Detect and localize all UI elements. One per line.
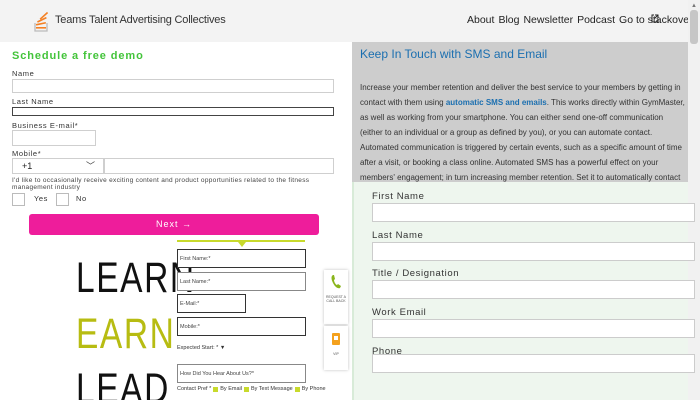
caret-down-icon (238, 242, 246, 247)
request-callback-widget[interactable]: REQUEST A CALL BACK (324, 270, 348, 324)
nav-blog-link[interactable]: Blog (498, 14, 519, 26)
small-first-name-input[interactable]: First Name:* (177, 249, 306, 268)
heard-about-select[interactable]: How Did You Hear About Us?* (177, 364, 306, 383)
contact-text-checkbox[interactable] (243, 386, 249, 392)
mobile-input[interactable] (104, 158, 334, 174)
automatic-sms-link[interactable]: automatic SMS and emails (446, 98, 547, 107)
last-name-label: Last Name (12, 97, 54, 106)
last-name-input[interactable] (12, 107, 334, 116)
work-email-input[interactable] (372, 319, 695, 338)
title-designation-label: Title / Designation (372, 268, 460, 279)
nav-podcast-link[interactable]: Podcast (577, 14, 615, 26)
consent-no-label: No (76, 194, 87, 203)
consent-no-checkbox[interactable] (56, 193, 69, 206)
dropdown-arrow-icon: ▼ (219, 345, 226, 351)
chevron-down-icon: ﹀ (86, 161, 96, 171)
contact-phone-checkbox[interactable] (294, 386, 300, 392)
contact-email-checkbox[interactable] (213, 386, 219, 392)
name-input[interactable] (12, 79, 334, 93)
email-label: Business E-mail* (12, 121, 79, 130)
expected-start-label: Expected Start: * (177, 345, 219, 351)
right-last-name-label: Last Name (372, 230, 424, 241)
page-scrollbar[interactable] (688, 0, 700, 400)
brand-products[interactable]: Teams Talent Advertising Collectives (55, 14, 226, 26)
request-callback-text: REQUEST A CALL BACK (326, 295, 346, 303)
contact-pref-label: Contact Pref * (177, 386, 212, 392)
first-name-label: First Name (372, 191, 425, 202)
vip-card-icon (332, 333, 340, 345)
stack-logo-icon[interactable] (34, 9, 48, 33)
panel-border (352, 182, 354, 400)
title-designation-input[interactable] (372, 280, 695, 299)
expected-start-select[interactable]: Expected Start: * ▼ (177, 345, 225, 351)
external-link-icon[interactable] (651, 14, 659, 23)
hero-word-lead: LEAD (76, 365, 170, 400)
contact-text-label: By Text Message (250, 386, 293, 392)
hero-word-earn: EARN (76, 310, 176, 358)
small-mobile-input[interactable]: Mobile:* (177, 317, 306, 336)
scroll-up-arrow-icon[interactable]: ▲ (691, 3, 697, 9)
contact-preference: Contact Pref * By Email By Text Message … (177, 386, 326, 392)
phone-input[interactable] (372, 354, 695, 373)
small-email-input[interactable]: E-Mail:* (177, 294, 246, 313)
mobile-label: Mobile* (12, 149, 42, 158)
email-input[interactable] (12, 130, 96, 146)
scrollbar-thumb[interactable] (690, 10, 698, 44)
contact-email-label: By Email (220, 386, 242, 392)
right-last-name-input[interactable] (372, 242, 695, 261)
phone-icon (331, 275, 341, 289)
consent-text: I'd like to occasionally receive excitin… (12, 177, 310, 191)
first-name-input[interactable] (372, 203, 695, 222)
contact-phone-label: By Phone (301, 386, 326, 392)
vip-text: VIP (333, 352, 339, 356)
name-label: Name (12, 69, 35, 78)
next-button[interactable]: Next → (29, 214, 319, 235)
consent-yes-checkbox[interactable] (12, 193, 25, 206)
nav-about-link[interactable]: About (467, 14, 494, 26)
nav-newsletter-link[interactable]: Newsletter (523, 14, 573, 26)
top-nav-links: About Blog Newsletter Podcast Go to stac… (467, 14, 700, 26)
consent-yes-label: Yes (34, 194, 49, 203)
sms-panel-title: Keep In Touch with SMS and Email (360, 47, 548, 61)
demo-form-title: Schedule a free demo (12, 50, 144, 62)
small-last-name-input[interactable]: Last Name:* (177, 272, 306, 291)
vip-widget[interactable]: VIP (324, 326, 348, 370)
work-email-label: Work Email (372, 307, 427, 318)
